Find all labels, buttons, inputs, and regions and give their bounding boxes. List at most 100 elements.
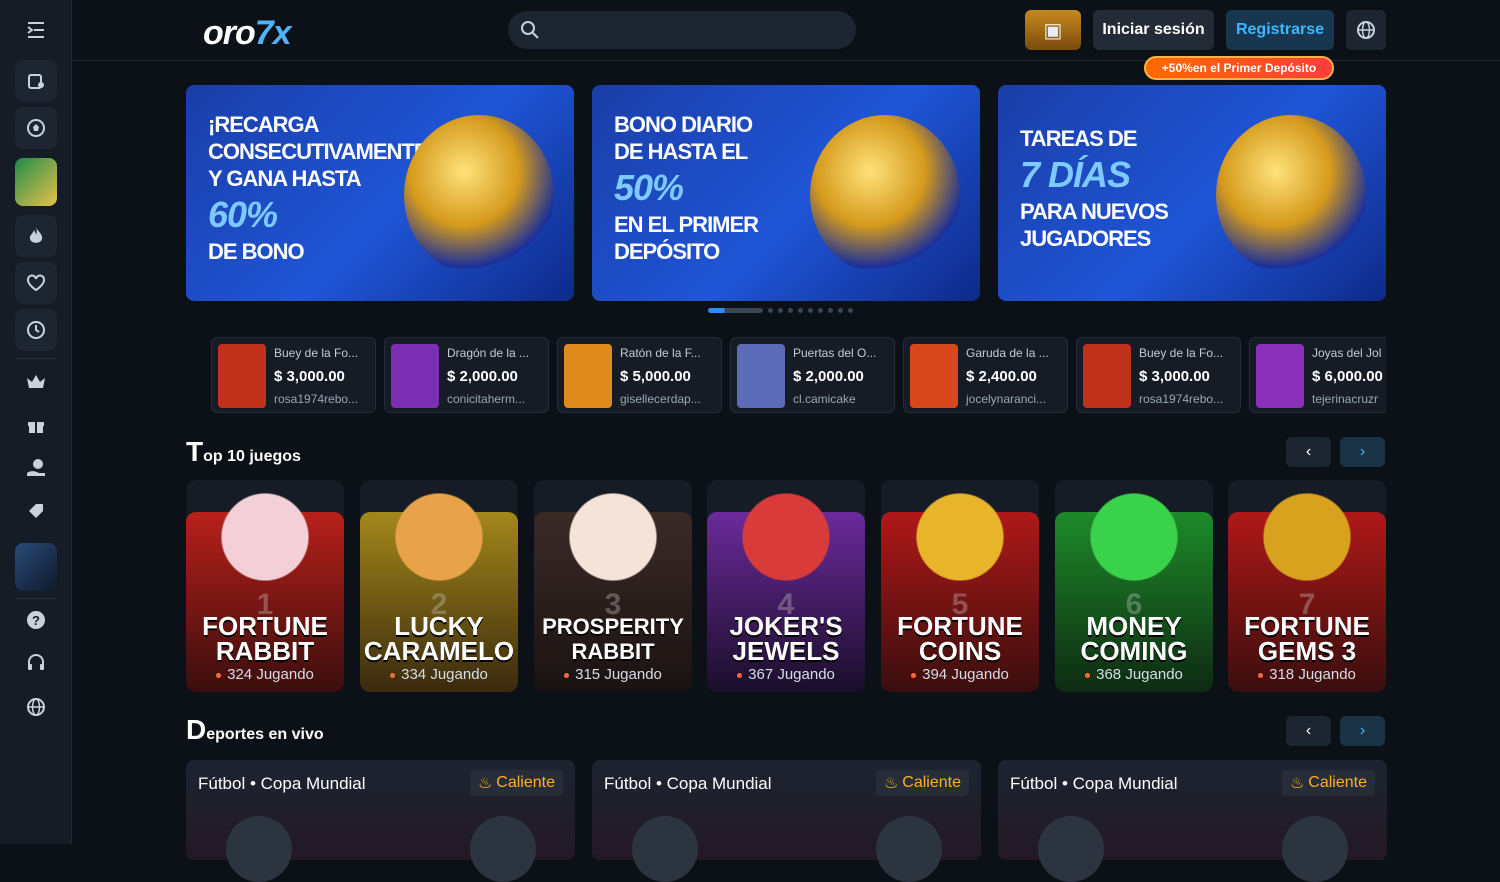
top-games-next-button[interactable]: › [1340, 437, 1385, 467]
game-thumbnail [218, 344, 266, 408]
carousel-dot[interactable] [768, 307, 773, 313]
win-card[interactable]: Joyas del Jol $ 6,000.00 tejerinacruzr [1249, 337, 1386, 413]
section-title-live-sports: Deportes en vivo [186, 714, 324, 746]
game-character [905, 482, 1015, 592]
match-card[interactable]: Fútbol • Copa Mundial ♨ Caliente [592, 760, 981, 882]
win-game-name: Buey de la Fo... [274, 346, 359, 360]
game-players: 367 Jugando [707, 666, 865, 683]
win-card[interactable]: Ratón de la F... $ 5,000.00 gisellecerda… [557, 337, 722, 413]
game-players: 324 Jugando [186, 666, 344, 683]
game-card[interactable]: 6 Money Coming 368 Jugando [1055, 480, 1213, 692]
help-icon[interactable]: ? [15, 602, 57, 638]
promo-banner-recharge[interactable]: ¡Recarga consecutivamente y gana hasta 60… [186, 85, 574, 301]
tag-icon[interactable] [15, 494, 57, 530]
game-players: 394 Jugando [881, 666, 1039, 683]
carousel-dot[interactable] [818, 307, 823, 313]
fire-icon[interactable] [15, 215, 57, 257]
win-card[interactable]: Garuda de la ... $ 2,400.00 jocelynaranc… [903, 337, 1068, 413]
game-card[interactable]: 1 Fortune Rabbit 324 Jugando [186, 480, 344, 692]
game-character [558, 482, 668, 592]
win-card[interactable]: Dragón de la ... $ 2,000.00 conicitaherm… [384, 337, 549, 413]
players-count: 318 Jugando [1269, 666, 1356, 683]
fire-icon: ♨ [883, 775, 899, 792]
game-card[interactable]: 3 Prosperity Rabbit 315 Jugando [534, 480, 692, 692]
deposit-promo-badge[interactable]: +50%en el Primer Depósito [1144, 56, 1334, 80]
menu-icon[interactable] [26, 20, 46, 40]
hand-coin-icon[interactable] [15, 450, 57, 486]
sports-prev-button[interactable]: ‹ [1286, 716, 1331, 746]
win-amount: $ 5,000.00 [620, 368, 691, 385]
live-dot-icon [911, 672, 917, 678]
carousel-dot[interactable] [778, 307, 783, 313]
game-card[interactable]: 5 Fortune Coins 394 Jugando [881, 480, 1039, 692]
match-league: Fútbol • Copa Mundial [604, 774, 772, 793]
carousel-dot[interactable] [848, 307, 853, 313]
carousel-dot[interactable] [708, 307, 763, 313]
match-card[interactable]: Fútbol • Copa Mundial ♨ Caliente [186, 760, 575, 882]
heart-icon[interactable] [15, 262, 57, 304]
game-title: Prosperity Rabbit [542, 614, 684, 664]
win-game-name: Garuda de la ... [966, 346, 1049, 360]
live-dot-icon [737, 672, 743, 678]
banner-text: Tareas de [1020, 126, 1137, 151]
login-button[interactable]: Iniciar sesión [1093, 10, 1214, 50]
treasure-chest-illustration [810, 115, 960, 275]
title-rest: op 10 juegos [203, 448, 301, 465]
banner-highlight: 50% [614, 167, 684, 208]
title-initial: D [186, 714, 207, 745]
gift-icon[interactable] [15, 407, 57, 443]
treasure-chest-button[interactable]: ▣ [1025, 10, 1081, 50]
register-button[interactable]: Registrarse [1226, 10, 1334, 50]
players-count: 315 Jugando [575, 666, 662, 683]
clock-icon[interactable] [15, 309, 57, 351]
carousel-dot[interactable] [808, 307, 813, 313]
headset-icon[interactable] [15, 645, 57, 681]
app-thumbnail[interactable] [15, 543, 57, 591]
banner-tail: en el primer depósito [614, 212, 759, 264]
hot-badge: ♨ Caliente [469, 770, 563, 796]
carousel-dot[interactable] [838, 307, 843, 313]
win-game-name: Joyas del Jol [1312, 346, 1382, 360]
win-card[interactable]: Buey de la Fo... $ 3,000.00 rosa1974rebo… [1076, 337, 1241, 413]
promo-banner-daily-bonus[interactable]: Bono diario de hasta el 50% en el primer d… [592, 85, 980, 301]
promo-banner-7-days[interactable]: Tareas de 7 días para nuevos jugadores [998, 85, 1386, 301]
game-thumbnail [737, 344, 785, 408]
win-card[interactable]: Puertas del O... $ 2,000.00 cl.camicake [730, 337, 895, 413]
win-amount: $ 3,000.00 [274, 368, 345, 385]
win-card[interactable]: Buey de la Fo... $ 3,000.00 rosa1974rebo… [211, 337, 376, 413]
title-rest: eportes en vivo [206, 726, 324, 743]
team-flag [1038, 816, 1104, 882]
brand-logo[interactable]: oro7x [203, 14, 292, 53]
slot-machine-icon[interactable] [15, 60, 57, 102]
carousel-dot[interactable] [788, 307, 793, 313]
top-games-prev-button[interactable]: ‹ [1286, 437, 1331, 467]
live-dot-icon [216, 672, 222, 678]
game-thumbnail [1256, 344, 1304, 408]
win-username: conicitaherm... [447, 392, 526, 406]
banner-text: ¡Recarga consecutivamente y gana hasta [208, 112, 428, 191]
win-game-name: Buey de la Fo... [1139, 346, 1224, 360]
fire-icon: ♨ [1289, 775, 1305, 792]
chevron-right-icon: › [1359, 722, 1366, 739]
promo-thumbnail[interactable] [15, 158, 57, 206]
hot-badge-label: Caliente [1308, 774, 1367, 791]
search-icon [521, 21, 539, 39]
game-title: Fortune Gems 3 [1244, 611, 1370, 666]
soccer-ball-icon[interactable] [15, 107, 57, 149]
carousel-dot[interactable] [828, 307, 833, 313]
game-title: Money Coming [1080, 611, 1188, 666]
money-bag-illustration [404, 115, 554, 275]
game-card[interactable]: 2 Lucky Caramelo 334 Jugando [360, 480, 518, 692]
match-card[interactable]: Fútbol • Copa Mundial ♨ Caliente [998, 760, 1387, 882]
game-card[interactable]: 4 Joker's Jewels 367 Jugando [707, 480, 865, 692]
search-input[interactable] [508, 11, 856, 49]
crown-icon[interactable] [15, 364, 57, 400]
team-flag [876, 816, 942, 882]
sports-next-button[interactable]: › [1340, 716, 1385, 746]
game-players: 315 Jugando [534, 666, 692, 683]
win-username: tejerinacruzr [1312, 392, 1379, 406]
game-card[interactable]: 7 Fortune Gems 3 318 Jugando [1228, 480, 1386, 692]
globe-icon[interactable] [15, 689, 57, 725]
language-button[interactable] [1346, 10, 1386, 50]
carousel-dot[interactable] [798, 307, 803, 313]
